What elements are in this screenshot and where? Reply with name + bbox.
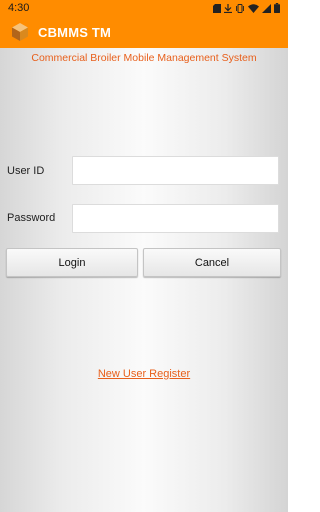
app-bar: CBMMS TM: [0, 16, 288, 48]
status-time: 4:30: [8, 2, 30, 14]
password-label: Password: [7, 212, 56, 224]
new-user-register-link-row: New User Register: [0, 368, 288, 380]
user-id-label: User ID: [7, 165, 45, 177]
sim-icon: [213, 3, 221, 13]
new-user-register-link[interactable]: New User Register: [98, 368, 190, 380]
login-button[interactable]: Login: [6, 248, 138, 277]
battery-icon: [274, 3, 280, 13]
wifi-icon: [248, 3, 259, 13]
status-bar: 4:30: [0, 0, 288, 16]
cube-logo-icon: [12, 23, 28, 41]
download-icon: [224, 3, 232, 13]
cancel-button[interactable]: Cancel: [143, 248, 281, 277]
status-icons: [213, 3, 280, 13]
login-screen: 4:30 CBMMS TM Commercial Broiler Mobile …: [0, 0, 288, 512]
vibrate-icon: [236, 3, 244, 13]
password-input[interactable]: [72, 204, 279, 233]
app-title: CBMMS TM: [38, 24, 112, 40]
app-subtitle: Commercial Broiler Mobile Management Sys…: [31, 52, 257, 64]
user-id-input[interactable]: [72, 156, 279, 185]
signal-icon: [262, 3, 271, 13]
